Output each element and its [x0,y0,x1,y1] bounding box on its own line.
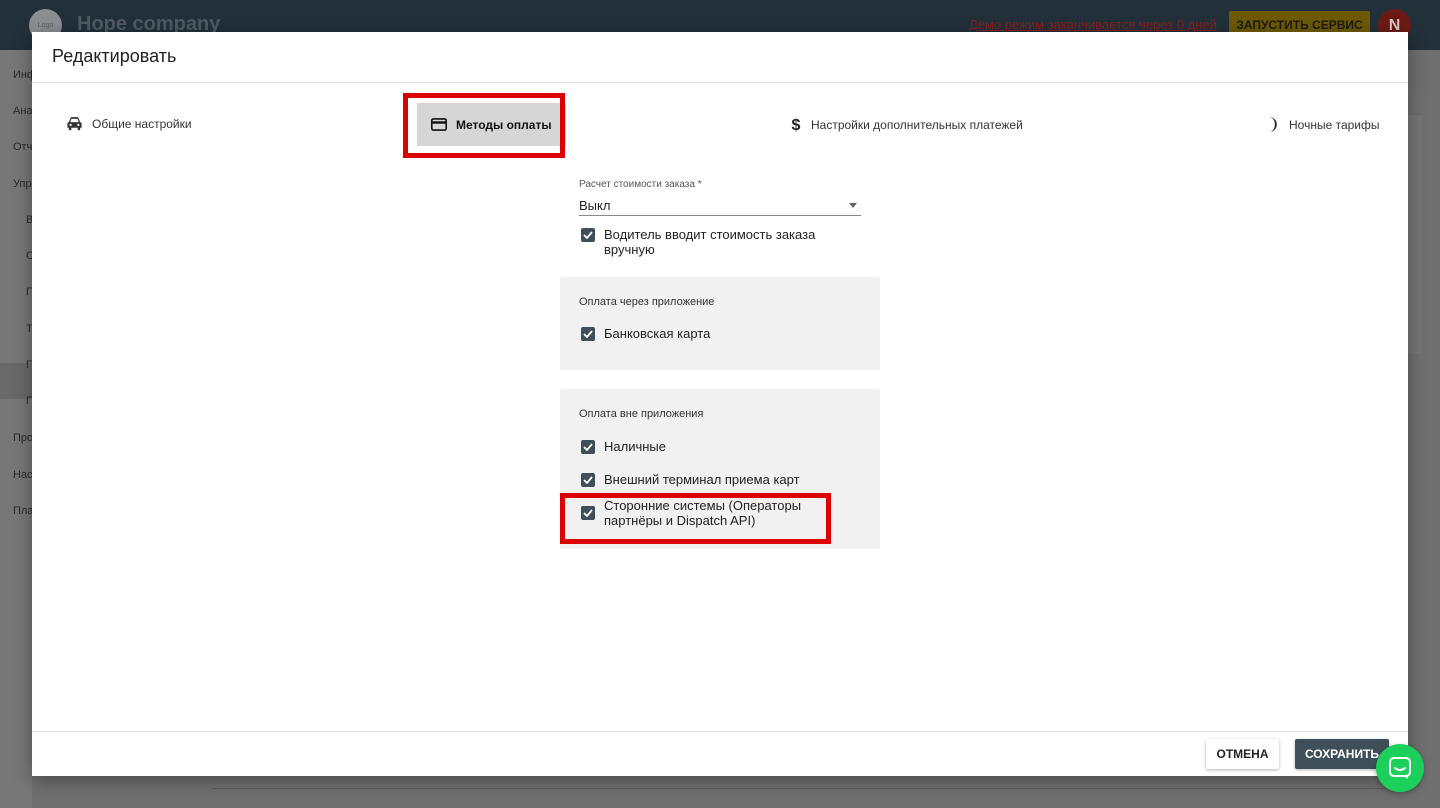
cash-checkbox-row[interactable]: Наличные [581,439,666,454]
in-app-payment-title: Оплата через приложение [579,296,715,308]
tab-general-settings[interactable]: Общие настройки [66,116,192,131]
bank-card-label: Банковская карта [604,326,711,341]
background-divider [212,788,1408,789]
modal-header: Редактировать [32,32,1408,83]
sidebar-item-info[interactable]: Инф [13,69,32,81]
sidebar-item-settings[interactable]: Нас [13,469,32,481]
tab-additional-payments[interactable]: $ Настройки дополнительных платежей [790,116,1023,133]
sidebar-item-promo[interactable]: Про [13,432,32,444]
svg-text:$: $ [792,116,801,133]
dollar-icon: $ [792,116,801,133]
modal-title: Редактировать [52,46,177,66]
third-party-checkbox-row[interactable]: Сторонние системы (Операторы партнёры и … [581,498,811,528]
tab-additional-payments-label: Настройки дополнительных платежей [811,117,1023,132]
bank-card-checkbox-row[interactable]: Банковская карта [581,326,710,341]
chat-button[interactable] [1376,744,1424,792]
tab-general-settings-label: Общие настройки [92,116,192,131]
tab-payment-methods[interactable]: Методы оплаты [417,103,566,146]
in-app-payment-panel: Оплата через приложение Банковская карта [560,277,880,370]
tab-night-tariffs[interactable]: Ночные тарифы [1266,116,1380,133]
cancel-button[interactable]: ОТМЕНА [1206,739,1279,769]
out-app-payment-title: Оплата вне приложения [579,408,704,420]
checkmark-icon [583,330,593,338]
pricing-select[interactable]: Выкл [579,194,861,216]
external-terminal-checkbox-row[interactable]: Внешний терминал приема карт [581,472,800,487]
chat-icon [1389,757,1411,779]
bank-card-checkbox[interactable] [581,327,595,341]
manual-price-checkbox[interactable] [581,228,595,242]
cash-label: Наличные [604,439,666,454]
car-icon [67,117,82,131]
demo-notice-link[interactable]: Демо режим заканчивается через 0 дней [969,17,1217,32]
checkmark-icon [583,509,593,517]
edit-modal: Редактировать Общие настройки Методы опл… [32,32,1408,776]
sidebar-item-management[interactable]: Упр [13,178,32,190]
tab-payment-methods-label: Методы оплаты [456,117,552,132]
chevron-down-icon [849,203,857,208]
manual-price-label: Водитель вводит стоимость заказа вручную [604,227,816,257]
credit-card-icon [431,118,447,131]
checkmark-icon [583,476,593,484]
background-card [1408,114,1422,354]
third-party-checkbox[interactable] [581,506,595,520]
pricing-select-value: Выкл [579,198,611,213]
modal-footer-divider [32,731,1408,732]
third-party-label: Сторонние системы (Операторы партнёры и … [604,498,802,528]
pricing-field-label: Расчет стоимости заказа * [579,179,702,190]
checkmark-icon [583,443,593,451]
moon-icon [1269,116,1277,133]
external-terminal-checkbox[interactable] [581,473,595,487]
checkmark-icon [583,231,593,239]
sidebar-item-analytics[interactable]: Ана [13,105,32,117]
save-button[interactable]: СОХРАНИТЬ [1295,739,1389,769]
app-sidebar: Инф Ана Отч Упр В О П Т П П Про Нас Пла [0,50,32,808]
cash-checkbox[interactable] [581,440,595,454]
sidebar-item-reports[interactable]: Отч [13,141,32,153]
tab-night-tariffs-label: Ночные тарифы [1289,117,1380,132]
out-app-payment-panel: Оплата вне приложения Наличные Внешний т… [560,389,880,549]
external-terminal-label: Внешний терминал приема карт [604,472,800,487]
sidebar-item-payments[interactable]: Пла [13,505,32,517]
manual-price-checkbox-row[interactable]: Водитель вводит стоимость заказа вручную [581,227,841,257]
